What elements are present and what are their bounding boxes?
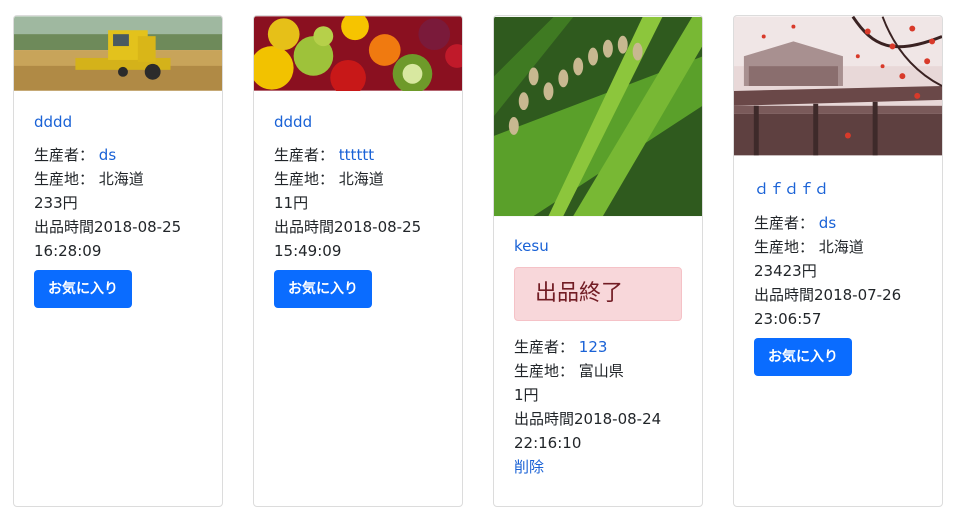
listed-time-clock: 16:28:09 (34, 242, 102, 260)
origin-value: 北海道 (818, 238, 864, 256)
producer-link[interactable]: ds (99, 146, 116, 164)
origin-row: 生産地： 北海道 (274, 167, 442, 191)
origin-row: 生産地： 北海道 (34, 167, 202, 191)
origin-value: 北海道 (98, 170, 144, 188)
price: 11円 (274, 194, 309, 212)
favorite-button[interactable]: お気に入り (754, 338, 852, 376)
producer-label: 生産者： (514, 338, 575, 356)
origin-label: 生産地： (754, 238, 815, 256)
producer-link[interactable]: ds (819, 214, 836, 232)
listed-time-clock: 22:16:10 (514, 434, 582, 452)
product-card: ｄｆｄｆｄ 生産者： ds 生産地： 北海道 23423円 出品時間2018-0… (733, 15, 943, 507)
producer-label: 生産者： (274, 146, 335, 164)
listed-time-clock: 23:06:57 (754, 310, 822, 328)
producer-link[interactable]: tttttt (339, 146, 374, 164)
origin-value: 富山県 (578, 362, 624, 380)
producer-row: 生産者： tttttt (274, 143, 442, 167)
product-card: kesu 出品終了 生産者： 123 生産地： 富山県 1円 出品時間2018-… (493, 15, 703, 507)
sold-out-alert: 出品終了 (514, 267, 682, 321)
origin-label: 生産地： (274, 170, 335, 188)
listed-time: 出品時間2018-08-24 (514, 410, 662, 428)
producer-link[interactable]: 123 (579, 338, 608, 356)
listed-time-clock: 15:49:09 (274, 242, 342, 260)
producer-label: 生産者： (34, 146, 95, 164)
product-card: dddd 生産者： tttttt 生産地： 北海道 11円 出品時間2018-0… (253, 15, 463, 507)
product-title-link[interactable]: dddd (34, 113, 202, 131)
listed-time: 出品時間2018-08-25 (34, 218, 182, 236)
product-title-link[interactable]: kesu (514, 237, 682, 255)
producer-row: 生産者： ds (34, 143, 202, 167)
producer-row: 生産者： 123 (514, 335, 682, 359)
favorite-button[interactable]: お気に入り (274, 270, 372, 308)
origin-row: 生産地： 富山県 (514, 359, 682, 383)
product-title-link[interactable]: dddd (274, 113, 442, 131)
producer-label: 生産者： (754, 214, 815, 232)
origin-label: 生産地： (34, 170, 95, 188)
favorite-button[interactable]: お気に入り (34, 270, 132, 308)
price: 233円 (34, 194, 78, 212)
price: 1円 (514, 386, 539, 404)
price: 23423円 (754, 262, 817, 280)
product-image-bridge[interactable] (734, 16, 942, 156)
origin-label: 生産地： (514, 362, 575, 380)
delete-link[interactable]: 削除 (514, 458, 544, 476)
product-image-fruits[interactable] (254, 16, 462, 91)
listed-time: 出品時間2018-08-25 (274, 218, 422, 236)
producer-row: 生産者： ds (754, 211, 922, 235)
product-image-rice[interactable] (494, 16, 702, 217)
listed-time: 出品時間2018-07-26 (754, 286, 902, 304)
origin-value: 北海道 (338, 170, 384, 188)
product-card: dddd 生産者： ds 生産地： 北海道 233円 出品時間2018-08-2… (13, 15, 223, 507)
origin-row: 生産地： 北海道 (754, 235, 922, 259)
product-title-link[interactable]: ｄｆｄｆｄ (754, 178, 922, 199)
product-image-harvester[interactable] (14, 16, 222, 91)
